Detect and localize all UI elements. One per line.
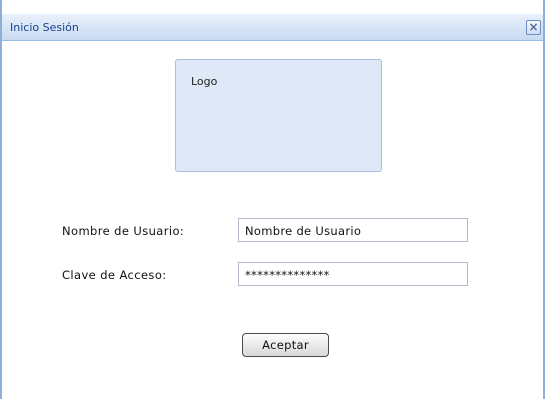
window-titlebar[interactable]: Inicio Sesión ×	[2, 14, 543, 41]
window-title: Inicio Sesión	[10, 21, 79, 34]
accept-button[interactable]: Aceptar	[242, 333, 329, 357]
password-label: Clave de Acceso:	[62, 268, 167, 282]
logo-placeholder: Logo	[175, 59, 382, 172]
login-window: Inicio Sesión × Logo Nombre de Usuario: …	[0, 0, 545, 399]
username-label: Nombre de Usuario:	[62, 224, 185, 238]
username-field[interactable]: Nombre de Usuario	[238, 218, 468, 242]
password-field[interactable]: **************	[238, 262, 468, 286]
close-icon[interactable]: ×	[526, 20, 541, 35]
logo-text: Logo	[191, 75, 218, 88]
